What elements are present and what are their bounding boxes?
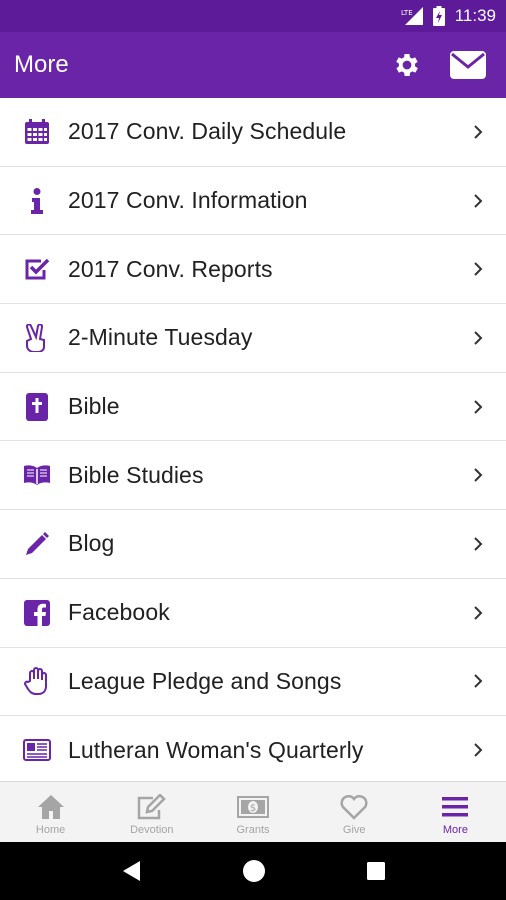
edit-icon: [137, 792, 167, 822]
menu-item-label: Bible: [68, 393, 120, 420]
battery-charging-icon: [432, 6, 445, 26]
menu-item-league-pledge[interactable]: League Pledge and Songs: [0, 648, 506, 717]
tab-home[interactable]: Home: [0, 782, 101, 842]
pencil-icon: [22, 529, 52, 559]
system-nav-bar: [0, 842, 506, 900]
menu-item-label: 2-Minute Tuesday: [68, 324, 253, 351]
menu-item-label: 2017 Conv. Reports: [68, 255, 273, 282]
bottom-tab-bar: Home Devotion $ Grants Give More: [0, 781, 506, 842]
chevron-right-icon: [470, 465, 486, 485]
app-bar: More: [0, 32, 506, 98]
back-icon[interactable]: [120, 859, 142, 883]
more-menu-list: 2017 Conv. Daily Schedule 2017 Conv. Inf…: [0, 98, 506, 781]
menu-item-blog[interactable]: Blog: [0, 510, 506, 579]
menu-icon: [441, 792, 469, 822]
open-book-icon: [22, 460, 52, 490]
svg-text:$: $: [250, 803, 256, 814]
lte-signal-icon: LTE: [401, 7, 423, 25]
menu-item-label: Bible Studies: [68, 461, 204, 488]
info-icon: [22, 186, 52, 216]
page-title: More: [14, 51, 69, 78]
chevron-right-icon: [470, 328, 486, 348]
tab-more[interactable]: More: [405, 782, 506, 842]
menu-item-bible-studies[interactable]: Bible Studies: [0, 441, 506, 511]
facebook-icon: [22, 598, 52, 628]
newspaper-icon: [22, 735, 52, 765]
bible-icon: [22, 392, 52, 422]
chevron-right-icon: [470, 740, 486, 760]
home-icon: [37, 792, 65, 822]
menu-item-label: League Pledge and Songs: [68, 667, 342, 694]
envelope-icon[interactable]: [450, 51, 486, 79]
menu-item-label: Blog: [68, 530, 115, 557]
tab-devotion[interactable]: Devotion: [101, 782, 202, 842]
menu-item-label: 2017 Conv. Daily Schedule: [68, 118, 347, 145]
menu-item-label: Lutheran Woman's Quarterly: [68, 736, 364, 763]
network-label: LTE: [401, 9, 413, 17]
peace-hand-icon: [22, 323, 52, 353]
chevron-right-icon: [470, 603, 486, 623]
chevron-right-icon: [470, 534, 486, 554]
menu-item-information[interactable]: 2017 Conv. Information: [0, 167, 506, 236]
tab-give[interactable]: Give: [304, 782, 405, 842]
recents-icon[interactable]: [366, 861, 386, 881]
menu-item-two-minute-tuesday[interactable]: 2-Minute Tuesday: [0, 304, 506, 373]
tab-label: Grants: [236, 824, 270, 836]
menu-item-facebook[interactable]: Facebook: [0, 579, 506, 648]
tab-label: Give: [342, 824, 366, 836]
tab-label: Devotion: [130, 824, 174, 836]
menu-item-reports[interactable]: 2017 Conv. Reports: [0, 235, 506, 305]
menu-item-bible[interactable]: Bible: [0, 373, 506, 442]
tab-label: Home: [35, 824, 66, 836]
gear-icon[interactable]: [392, 50, 422, 80]
home-button-icon[interactable]: [242, 859, 266, 883]
heart-icon: [339, 792, 369, 822]
menu-item-label: 2017 Conv. Information: [68, 187, 308, 214]
chevron-right-icon: [470, 191, 486, 211]
chevron-right-icon: [470, 122, 486, 142]
status-bar: LTE 11:39: [0, 0, 506, 32]
chevron-right-icon: [470, 259, 486, 279]
checkbox-icon: [22, 254, 52, 284]
menu-item-lutheran-womans-quarterly[interactable]: Lutheran Woman's Quarterly: [0, 716, 506, 781]
tab-grants[interactable]: $ Grants: [202, 782, 303, 842]
calendar-icon: [22, 117, 52, 147]
menu-item-label: Facebook: [68, 599, 170, 626]
menu-item-daily-schedule[interactable]: 2017 Conv. Daily Schedule: [0, 98, 506, 167]
hand-icon: [22, 666, 52, 696]
clock: 11:39: [454, 6, 496, 25]
chevron-right-icon: [470, 397, 486, 417]
chevron-right-icon: [470, 671, 486, 691]
money-icon: $: [237, 792, 269, 822]
tab-label: More: [442, 824, 468, 836]
